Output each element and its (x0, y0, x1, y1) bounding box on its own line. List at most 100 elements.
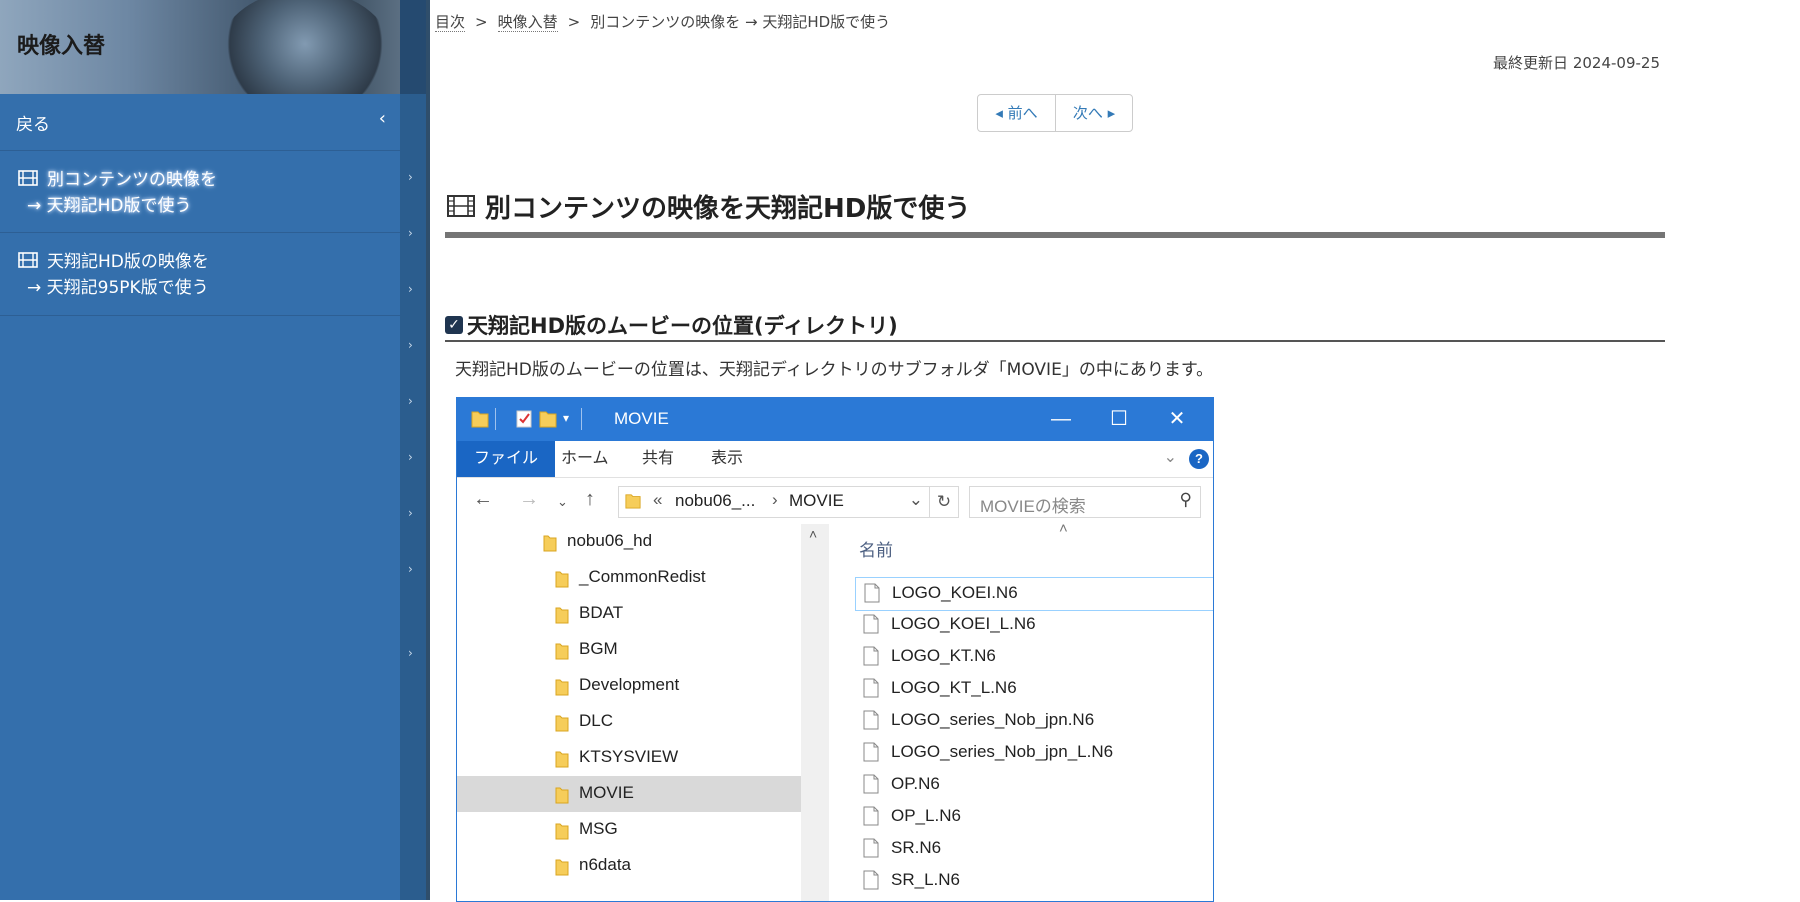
chevron-right-icon[interactable]: › (408, 170, 413, 184)
tree-item: MSG (457, 812, 801, 848)
tree-item: BGM (457, 632, 801, 668)
chevron-right-icon[interactable]: › (408, 394, 413, 408)
new-folder-icon (539, 411, 557, 428)
breadcrumb-link-toc[interactable]: 目次 (435, 13, 466, 32)
tree-item: Development (457, 668, 801, 704)
breadcrumb-link-section[interactable]: 映像入替 (497, 13, 558, 32)
explorer-titlebar: ▾ MOVIE — ☐ ✕ (457, 398, 1213, 441)
sidebar-item-label: 天翔記HD版の映像を (47, 252, 209, 272)
chevron-down-icon: ⌄ (1163, 449, 1177, 466)
tree-item-label: Development (579, 675, 680, 694)
tree-item: MOVIE (457, 776, 801, 812)
tree-item: DLC (457, 704, 801, 740)
sidebar-item-hd-usage[interactable]: 別コンテンツの映像を → 天翔記HD版で使う (0, 151, 400, 233)
file-icon (863, 838, 879, 858)
chevron-right-icon[interactable]: › (408, 338, 413, 352)
tree-item-label: DLC (579, 711, 614, 730)
file-name: SR.N6 (891, 838, 942, 857)
chevron-right-icon[interactable]: › (408, 282, 413, 296)
chevron-up-icon: ˄ (809, 526, 818, 542)
file-icon (863, 678, 879, 698)
chevron-right-icon[interactable]: › (408, 562, 413, 576)
tree-item-label: n6data (579, 855, 631, 874)
page-title: 別コンテンツの映像を天翔記HD版で使う (485, 194, 971, 224)
folder-icon (555, 715, 569, 732)
file-icon (863, 646, 879, 666)
folder-icon (555, 571, 569, 588)
address-parent: nobu06_... (675, 491, 756, 510)
back-button[interactable]: 戻る ‹ (0, 94, 400, 151)
sidebar-item-label: 別コンテンツの映像を (47, 170, 217, 190)
divider (495, 408, 496, 430)
file-name: LOGO_series_Nob_jpn.N6 (891, 710, 1095, 729)
file-icon (863, 710, 879, 730)
file-row: OP.N6 (855, 769, 1213, 801)
tree-item-label: nobu06_hd (567, 531, 653, 550)
chevron-right-icon: › (772, 490, 778, 509)
caret-right-icon: ▸ (1107, 104, 1116, 122)
page-header: 別コンテンツの映像を天翔記HD版で使う (445, 186, 1665, 238)
site-title[interactable]: 映像入替 (17, 28, 105, 60)
folder-icon (555, 607, 569, 624)
tree-item-label: MOVIE (579, 783, 634, 802)
breadcrumb-separator: > (475, 13, 488, 31)
window-title: MOVIE (614, 409, 669, 428)
file-icon (864, 583, 880, 603)
folder-icon (555, 823, 569, 840)
file-row: SR.N6 (855, 833, 1213, 865)
tree-item: _CommonRedist (457, 560, 801, 596)
breadcrumb: 目次 > 映像入替 > 別コンテンツの映像を → 天翔記HD版で使う (435, 11, 890, 32)
folder-icon (625, 494, 641, 509)
file-row: LOGO_KT.N6 (855, 641, 1213, 673)
sidebar-item-95pk-usage[interactable]: 天翔記HD版の映像を → 天翔記95PK版で使う (0, 233, 400, 316)
explorer-window-screenshot: ▾ MOVIE — ☐ ✕ ファイル ホーム 共有 表示 ⌄ ? ← → ⌄ ↑… (456, 397, 1214, 902)
ribbon-tab-view: 表示 (711, 450, 744, 467)
file-icon (863, 870, 879, 890)
file-row: LOGO_KOEI.N6 (855, 577, 1213, 611)
prev-button[interactable]: ◂ 前へ (978, 95, 1056, 131)
back-label: 戻る (16, 115, 50, 135)
next-button[interactable]: 次へ ▸ (1056, 95, 1132, 131)
collapsed-nav-column: › › › › › › › › › (400, 94, 426, 900)
breadcrumb-current: 別コンテンツの映像を (590, 13, 741, 31)
divider (581, 408, 582, 430)
address-overflow: « (653, 490, 663, 509)
next-label: 次へ (1072, 104, 1103, 122)
file-name: SR_L.N6 (891, 870, 960, 889)
properties-icon (516, 410, 532, 428)
file-icon (863, 774, 879, 794)
chevron-right-icon[interactable]: › (408, 226, 413, 240)
dropdown-icon: ▾ (563, 411, 570, 425)
sidebar: 映像入替 戻る ‹ 別コンテンツの映像を → 天翔記HD版で使う 天翔記HD版の… (0, 0, 430, 900)
tree-item-label: _CommonRedist (579, 567, 706, 586)
tree-item: KTSYSVIEW (457, 740, 801, 776)
ribbon-tab-home: ホーム (561, 450, 609, 467)
forward-arrow-icon: → (519, 488, 539, 510)
file-name: OP.N6 (891, 774, 940, 793)
section-title: 天翔記HD版のムービーの位置(ディレクトリ) (467, 314, 898, 338)
file-row: LOGO_KOEI_L.N6 (855, 609, 1213, 641)
chevron-down-icon: ⌄ (908, 490, 923, 509)
pager: ◂ 前へ 次へ ▸ (977, 94, 1133, 132)
tree-item: n6data (457, 848, 801, 884)
sort-caret-icon: ˄ (1059, 520, 1068, 537)
last-updated: 最終更新日 2024-09-25 (1493, 54, 1660, 72)
chevron-right-icon[interactable]: › (408, 506, 413, 520)
file-icon (863, 806, 879, 826)
checkbox-icon: ✓ (445, 316, 463, 334)
caret-left-icon: ◂ (995, 104, 1003, 122)
column-header-name: 名前 (859, 541, 893, 560)
sidebar-item-label: → 天翔記HD版で使う (27, 196, 192, 216)
file-name: OP_L.N6 (891, 806, 961, 825)
chevron-right-icon[interactable]: › (408, 646, 413, 660)
file-name: LOGO_KOEI_L.N6 (891, 614, 1036, 633)
address-current: MOVIE (789, 491, 844, 510)
file-row: LOGO_series_Nob_jpn_L.N6 (855, 737, 1213, 769)
close-icon: ✕ (1168, 408, 1186, 430)
file-icon (863, 614, 879, 634)
chevron-down-icon: ⌄ (557, 494, 568, 509)
tree-item: BDAT (457, 596, 801, 632)
chevron-right-icon[interactable]: › (408, 450, 413, 464)
folder-icon (555, 787, 569, 804)
tree-item-label: MSG (579, 819, 618, 838)
